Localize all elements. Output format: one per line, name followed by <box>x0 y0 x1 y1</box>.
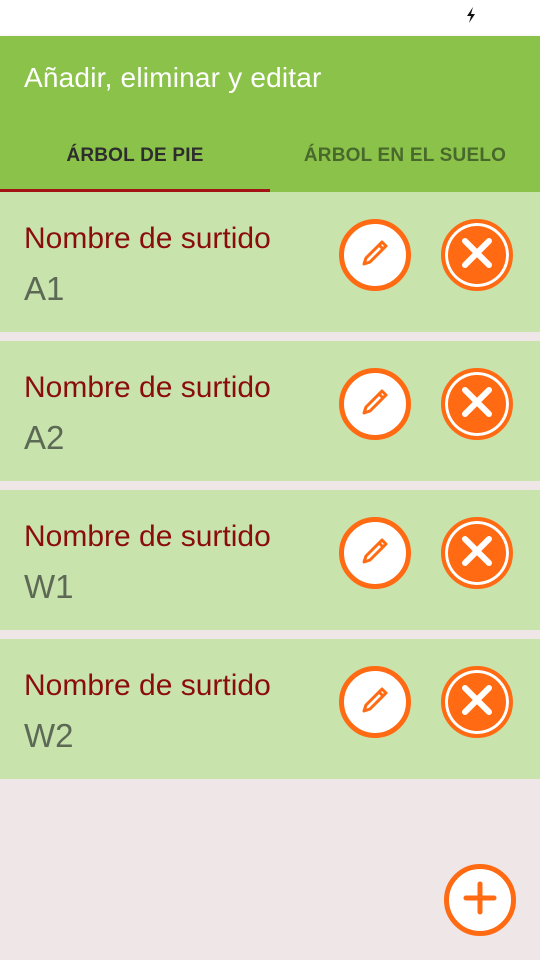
charging-icon <box>465 6 477 29</box>
add-icon <box>460 878 500 923</box>
mute-icon <box>364 7 380 28</box>
tab-label: ÁRBOL DE PIE <box>66 145 204 166</box>
edit-button[interactable] <box>339 517 411 589</box>
assortment-name-label: Nombre de surtido <box>24 222 271 255</box>
tab-bar: ÁRBOL DE PIE ÁRBOL EN EL SUELO <box>0 120 540 192</box>
close-icon <box>457 233 497 278</box>
network-type: H4G <box>417 7 455 27</box>
tab-arbol-en-el-suelo[interactable]: ÁRBOL EN EL SUELO <box>270 120 540 192</box>
status-time: 10:03 <box>486 7 532 27</box>
delete-button[interactable] <box>441 368 513 440</box>
delete-button[interactable] <box>441 666 513 738</box>
edit-button[interactable] <box>339 368 411 440</box>
list-item: Nombre de surtido A2 <box>0 341 540 481</box>
page-title: Añadir, eliminar y editar <box>24 62 322 93</box>
app-bar: Añadir, eliminar y editar ÁRBOL DE PIE Á… <box>0 36 540 192</box>
close-icon <box>457 382 497 427</box>
pencil-icon <box>355 382 395 427</box>
tab-arbol-de-pie[interactable]: ÁRBOL DE PIE <box>0 120 270 192</box>
status-left-icons <box>10 7 58 34</box>
assortment-name-value: W2 <box>24 717 74 754</box>
list-item: Nombre de surtido A1 <box>0 192 540 332</box>
close-icon <box>457 680 497 725</box>
assortment-name-label: Nombre de surtido <box>24 669 271 702</box>
phone-icon <box>10 7 22 34</box>
bluetooth-icon <box>342 5 354 30</box>
delete-button[interactable] <box>441 517 513 589</box>
list-item: Nombre de surtido W2 <box>0 639 540 779</box>
tab-label: ÁRBOL EN EL SUELO <box>303 145 507 166</box>
status-bar: H4G 10:03 <box>0 0 540 36</box>
edit-button[interactable] <box>339 219 411 291</box>
add-button[interactable] <box>444 864 516 936</box>
assortment-name-value: A2 <box>24 419 65 456</box>
delete-button[interactable] <box>441 219 513 291</box>
assortment-name-value: A1 <box>24 270 65 307</box>
status-right-icons: H4G 10:03 <box>342 5 532 30</box>
signal-icon <box>390 6 408 29</box>
edit-button[interactable] <box>339 666 411 738</box>
pencil-icon <box>355 233 395 278</box>
assortment-name-value: W1 <box>24 568 74 605</box>
close-icon <box>457 531 497 576</box>
image-icon <box>36 8 58 33</box>
assortment-name-label: Nombre de surtido <box>24 371 271 404</box>
pencil-icon <box>355 680 395 725</box>
list-item: Nombre de surtido W1 <box>0 490 540 630</box>
assortment-name-label: Nombre de surtido <box>24 520 271 553</box>
pencil-icon <box>355 531 395 576</box>
